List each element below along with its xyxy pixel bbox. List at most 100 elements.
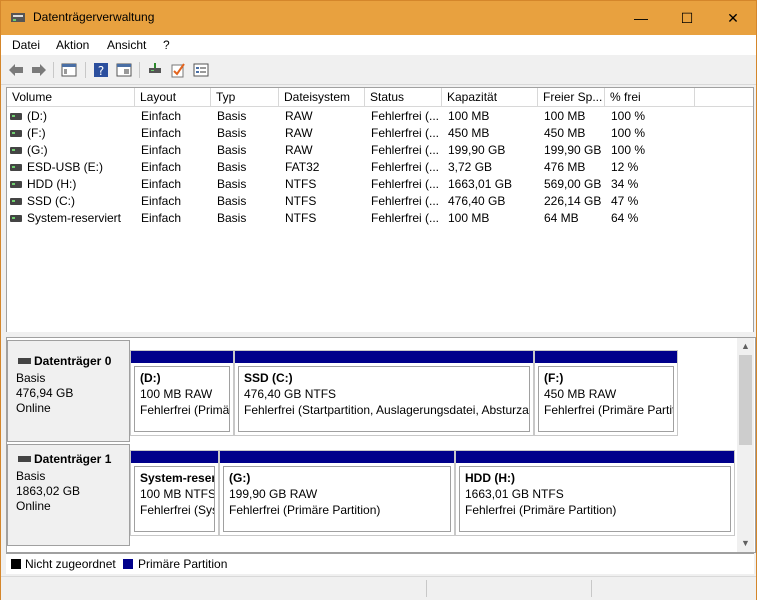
partition-ssd-c[interactable]: SSD (C:) 476,40 GB NTFS Fehlerfrei (Star…: [234, 350, 534, 436]
menu-aktion[interactable]: Aktion: [56, 38, 89, 52]
column-header-layout[interactable]: Layout: [135, 88, 211, 107]
forward-icon[interactable]: [29, 60, 49, 80]
column-header-typ[interactable]: Typ: [211, 88, 279, 107]
partition-legend: Nicht zugeordnet Primäre Partition: [6, 553, 754, 574]
table-cell: FAT32: [285, 160, 320, 174]
table-cell: SSD (C:): [27, 194, 75, 208]
table-cell: 569,00 GB: [544, 177, 602, 191]
console-tree-icon[interactable]: [59, 60, 79, 80]
volume-list[interactable]: Volume Layout Typ Dateisystem Status Kap…: [6, 87, 754, 333]
table-cell: Fehlerfrei (...: [371, 126, 440, 140]
table-row[interactable]: (G:) Einfach Basis RAW Fehlerfrei (... 199,90…: [7, 142, 753, 159]
partition-d[interactable]: (D:) 100 MB RAW Fehlerfrei (Primä: [130, 350, 234, 436]
table-cell: Einfach: [141, 194, 182, 208]
scroll-down-icon[interactable]: ▼: [737, 535, 754, 552]
table-cell: 64 MB: [544, 211, 579, 225]
column-header-status[interactable]: Status: [365, 88, 442, 107]
disk-icon: [18, 456, 31, 462]
properties-icon[interactable]: [114, 60, 134, 80]
volume-drive-icon: [10, 181, 22, 188]
table-cell: 476 MB: [544, 160, 586, 174]
table-cell: Fehlerfrei (...: [371, 177, 440, 191]
table-cell: 47 %: [611, 194, 639, 208]
column-header-prozent-frei[interactable]: % frei: [605, 88, 695, 107]
volume-drive-icon: [10, 113, 22, 120]
disk-0-type: Basis: [16, 371, 46, 385]
table-row[interactable]: System-reserviert Einfach Basis NTFS Fehlerf…: [7, 210, 753, 227]
maximize-button[interactable]: ☐: [664, 1, 710, 35]
table-cell: Fehlerfrei (...: [371, 160, 440, 174]
table-cell: Fehlerfrei (...: [371, 109, 440, 123]
partition-size: 450 MB RAW: [544, 387, 617, 401]
partition-name: System-reser: [140, 471, 215, 485]
vertical-scrollbar[interactable]: ▲ ▼: [737, 338, 754, 552]
disk-1-name: Datenträger 1: [34, 452, 112, 466]
svg-text:?: ?: [98, 64, 104, 78]
menu-datei[interactable]: Datei: [12, 38, 40, 52]
table-cell: 3,72 GB: [448, 160, 493, 174]
table-row[interactable]: (F:) Einfach Basis RAW Fehlerfrei (... 450 MB…: [7, 125, 753, 142]
table-cell: Basis: [217, 177, 247, 191]
table-cell: RAW: [285, 126, 313, 140]
table-cell: 100 MB: [448, 109, 490, 123]
column-header-freier-speicher[interactable]: Freier Sp...: [538, 88, 605, 107]
table-row[interactable]: ESD-USB (E:) Einfach Basis FAT32 Fehlerfrei …: [7, 159, 753, 176]
table-row[interactable]: SSD (C:) Einfach Basis NTFS Fehlerfrei (... 4…: [7, 193, 753, 210]
disk-management-app-icon: [11, 13, 25, 22]
table-cell: Basis: [217, 194, 247, 208]
partition-system-reserved[interactable]: System-reser 100 MB NTFS Fehlerfrei (Sys: [130, 450, 219, 536]
partition-hdd-h[interactable]: HDD (H:) 1663,01 GB NTFS Fehlerfrei (Pri…: [455, 450, 735, 536]
partition-g[interactable]: (G:) 199,90 GB RAW Fehlerfrei (Primäre P…: [219, 450, 455, 536]
disk-icon: [18, 358, 31, 364]
help-icon[interactable]: ?: [91, 60, 111, 80]
table-cell: 100 %: [611, 126, 646, 140]
partition-name: (G:): [229, 471, 251, 485]
partition-status: Fehlerfrei (Primäre Partition): [465, 503, 617, 517]
table-cell: 450 MB: [448, 126, 490, 140]
back-icon[interactable]: [6, 60, 26, 80]
partition-size: 100 MB RAW: [140, 387, 213, 401]
column-header-kapazitaet[interactable]: Kapazität: [442, 88, 538, 107]
table-cell: Einfach: [141, 126, 182, 140]
unallocated-swatch: [11, 559, 21, 569]
table-cell: 199,90 GB: [448, 143, 506, 157]
menu-help[interactable]: ?: [163, 38, 170, 52]
disk-0-info[interactable]: Datenträger 0 Basis 476,94 GB Online: [7, 340, 130, 442]
table-cell: Einfach: [141, 177, 182, 191]
table-cell: NTFS: [285, 211, 317, 225]
column-header-volume[interactable]: Volume: [7, 88, 135, 107]
partition-f[interactable]: (F:) 450 MB RAW Fehlerfrei (Primäre Part…: [534, 350, 678, 436]
table-cell: 12 %: [611, 160, 639, 174]
scroll-thumb[interactable]: [739, 355, 752, 445]
disk-1-info[interactable]: Datenträger 1 Basis 1863,02 GB Online: [7, 444, 130, 546]
partition-size: 1663,01 GB NTFS: [465, 487, 564, 501]
table-cell: ESD-USB (E:): [27, 160, 104, 174]
menu-ansicht[interactable]: Ansicht: [107, 38, 146, 52]
disk-1-type: Basis: [16, 469, 46, 483]
disk-0-status: Online: [16, 401, 51, 415]
check-icon[interactable]: [168, 60, 188, 80]
disk-management-window: Datenträgerverwaltung — ☐ ✕ Datei Aktion…: [0, 0, 757, 600]
details-icon[interactable]: [191, 60, 211, 80]
table-cell: Basis: [217, 109, 247, 123]
connect-disk-icon[interactable]: [145, 60, 165, 80]
table-cell: Basis: [217, 160, 247, 174]
table-cell: Basis: [217, 211, 247, 225]
disk-1-status: Online: [16, 499, 51, 513]
partition-size: 100 MB NTFS: [140, 487, 215, 501]
disk-1-size: 1863,02 GB: [16, 484, 81, 498]
table-cell: 100 %: [611, 143, 646, 157]
title-bar[interactable]: Datenträgerverwaltung — ☐ ✕: [1, 1, 756, 35]
partition-status: Fehlerfrei (Primä: [140, 403, 230, 417]
table-cell: Einfach: [141, 143, 182, 157]
table-row[interactable]: HDD (H:) Einfach Basis NTFS Fehlerfrei (... 1…: [7, 176, 753, 193]
partition-name: (F:): [544, 371, 564, 385]
column-header-dateisystem[interactable]: Dateisystem: [279, 88, 365, 107]
table-cell: Einfach: [141, 109, 182, 123]
table-row[interactable]: (D:) Einfach Basis RAW Fehlerfrei (... 100 MB…: [7, 108, 753, 125]
disk-graphical-view[interactable]: Datenträger 0 Basis 476,94 GB Online (D:…: [6, 337, 756, 553]
scroll-up-icon[interactable]: ▲: [737, 338, 754, 355]
minimize-button[interactable]: —: [618, 1, 664, 35]
close-button[interactable]: ✕: [710, 1, 756, 35]
partition-status: Fehlerfrei (Primäre Partit: [544, 403, 674, 417]
